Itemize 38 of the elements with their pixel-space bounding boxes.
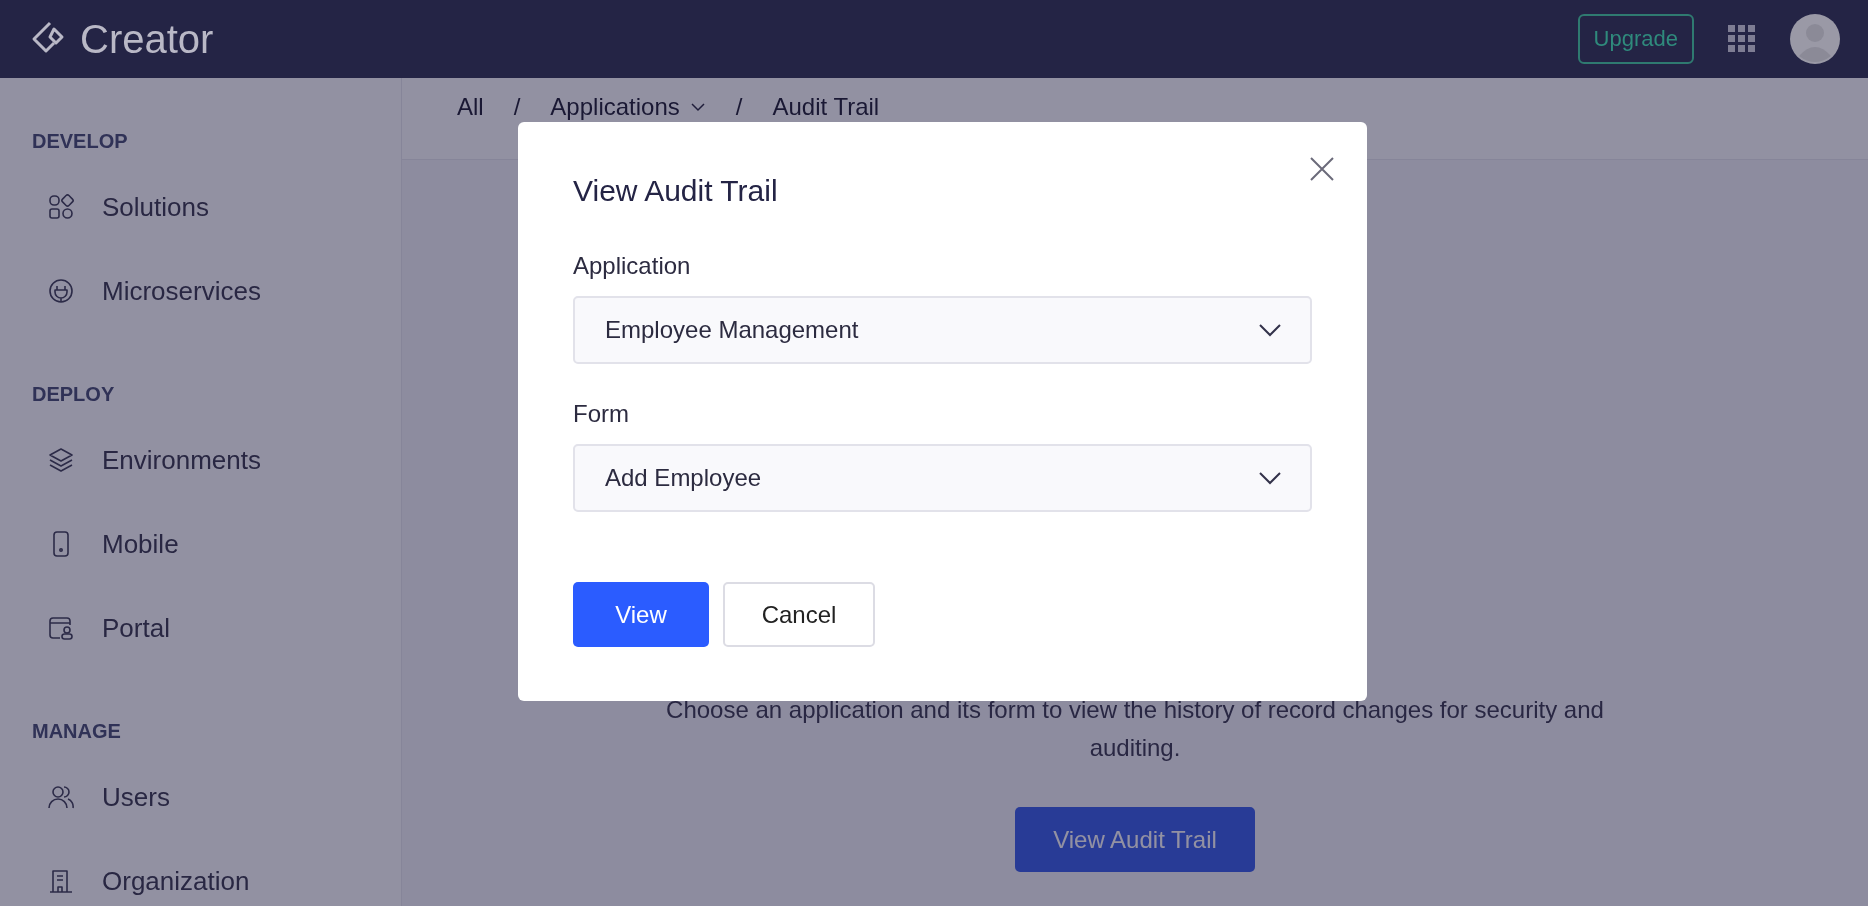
field-label: Form [573, 400, 630, 428]
nav-item[interactable]: Portal [32, 598, 369, 658]
building-icon [48, 868, 74, 894]
breadcrumb-separator: / [735, 94, 743, 120]
logo-text: Creator [80, 16, 214, 62]
breadcrumb-link[interactable]: Audit Trail [772, 94, 880, 120]
dialog-title: View Audit Trail [573, 174, 779, 208]
layers-icon [48, 447, 74, 473]
chevron-down-icon [1258, 323, 1282, 337]
section-heading: DEPLOY [32, 383, 116, 406]
field-label: Application [573, 252, 692, 280]
avatar-icon[interactable] [1790, 14, 1840, 64]
view-audit-trail-button[interactable]: View Audit Trail [1015, 807, 1255, 872]
section-heading: DEVELOP [32, 130, 129, 153]
description-text: Choose an application and its form to view the history of record changes for security and auditing. [665, 695, 1605, 763]
dropdown-field[interactable]: Employee Management [573, 296, 1312, 364]
four-shapes-icon [48, 194, 74, 220]
cancel-button[interactable]: Cancel [723, 582, 875, 647]
nav-item[interactable]: Mobile [32, 514, 369, 574]
upgrade-button[interactable]: Upgrade [1577, 14, 1694, 64]
window-user-icon [48, 615, 74, 641]
close-icon[interactable] [1309, 156, 1335, 182]
dropdown-field[interactable]: Add Employee [573, 444, 1312, 512]
app-grid-icon[interactable] [1728, 25, 1756, 53]
section-heading: MANAGE [32, 720, 122, 743]
users-icon [48, 784, 74, 810]
breadcrumb-separator: / [513, 94, 521, 120]
nav-item[interactable]: Solutions [32, 177, 369, 237]
breadcrumb-link[interactable]: Applications [550, 94, 680, 120]
chevron-down-icon [1258, 471, 1282, 485]
breadcrumb-link[interactable]: All [457, 94, 484, 120]
nav-item[interactable]: Environments [32, 430, 369, 490]
nav-item[interactable]: Organization [32, 851, 369, 906]
nav-item[interactable]: Users [32, 767, 369, 827]
nav-item[interactable]: Microservices [32, 261, 369, 321]
view-button[interactable]: View [573, 582, 709, 647]
plug-icon [48, 278, 74, 304]
caret-icon[interactable] [689, 102, 706, 112]
